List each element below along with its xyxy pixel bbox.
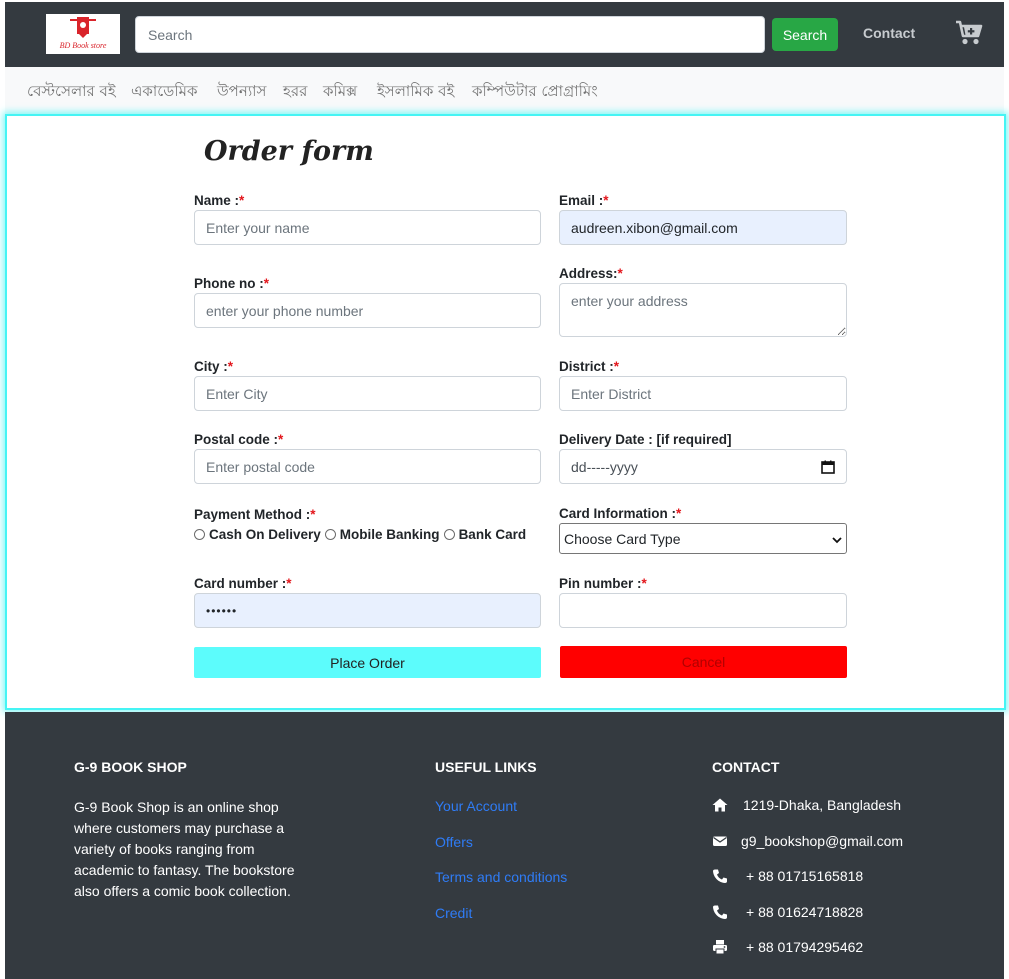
footer-shop-title: G-9 BOOK SHOP: [74, 759, 187, 775]
postal-code-label: Postal code :*: [194, 432, 284, 447]
pin-number-label: Pin number :*: [559, 576, 647, 591]
phone-input[interactable]: [194, 293, 541, 328]
delivery-date-label: Delivery Date : [if required]: [559, 432, 732, 447]
district-label: District :*: [559, 359, 620, 374]
category-comics[interactable]: কমিক্স: [323, 80, 357, 105]
footer-contact-phone-1: + 88 01715165818: [712, 868, 863, 884]
footer-links-title: USEFUL LINKS: [435, 759, 537, 775]
email-input[interactable]: [559, 210, 847, 245]
printer-icon: [712, 939, 728, 955]
footer-link-offers[interactable]: Offers: [435, 834, 473, 850]
home-icon: [712, 797, 728, 813]
postal-code-input[interactable]: [194, 449, 541, 484]
footer-link-terms[interactable]: Terms and conditions: [435, 869, 567, 885]
footer-contact-fax: + 88 01794295462: [712, 939, 863, 955]
contact-address-text: 1219-Dhaka, Bangladesh: [743, 797, 902, 813]
logo-text: BD Book store: [59, 41, 107, 50]
contact-email-text: g9_bookshop@gmail.com: [741, 833, 904, 849]
category-novel[interactable]: উপন্যাস: [217, 80, 266, 105]
category-bestseller[interactable]: বেস্টসেলার বই: [27, 80, 116, 105]
contact-phone-text: + 88 01624718828: [746, 904, 864, 920]
calendar-icon[interactable]: [821, 460, 835, 474]
store-logo[interactable]: BD Book store: [46, 14, 120, 54]
name-input[interactable]: [194, 210, 541, 245]
category-horror[interactable]: হরর: [283, 80, 307, 105]
payment-option-label: Cash On Delivery: [209, 527, 321, 542]
footer-contact-email: g9_bookshop@gmail.com: [712, 833, 903, 849]
card-type-select[interactable]: Choose Card Type: [559, 523, 847, 554]
search-button[interactable]: Search: [772, 18, 838, 51]
payment-method-label: Payment Method :*: [194, 507, 316, 522]
footer-contact-address: 1219-Dhaka, Bangladesh: [712, 797, 901, 813]
district-input[interactable]: [559, 376, 847, 411]
contact-phone-text: + 88 01715165818: [746, 868, 864, 884]
contact-fax-text: + 88 01794295462: [746, 939, 864, 955]
place-order-button[interactable]: Place Order: [194, 647, 541, 678]
payment-option-label: Bank Card: [458, 527, 527, 542]
address-textarea[interactable]: [559, 283, 847, 337]
search-input[interactable]: [135, 16, 765, 53]
card-info-label: Card Information :*: [559, 506, 682, 521]
card-number-label: Card number :*: [194, 576, 292, 591]
footer-contact-phone-2: + 88 01624718828: [712, 904, 863, 920]
category-programming[interactable]: কম্পিউটার প্রোগ্রামিং: [472, 80, 598, 105]
date-placeholder: dd-----yyyy: [571, 458, 638, 475]
name-label: Name :*: [194, 193, 245, 208]
category-bar: বেস্টসেলার বই একাডেমিক উপন্যাস হরর কমিক্…: [5, 67, 1004, 114]
footer-shop-about: G-9 Book Shop is an online shop where cu…: [74, 799, 295, 899]
city-input[interactable]: [194, 376, 541, 411]
chevron-down-icon: [832, 531, 842, 547]
card-type-selected: Choose Card Type: [564, 530, 681, 547]
payment-option-cash[interactable]: Cash On Delivery: [194, 527, 321, 542]
card-number-input[interactable]: [194, 593, 541, 628]
phone-icon: [712, 868, 728, 884]
payment-option-mobile-banking[interactable]: Mobile Banking: [324, 527, 440, 542]
payment-option-bank-card[interactable]: Bank Card: [443, 527, 527, 542]
phone-label: Phone no :*: [194, 276, 270, 291]
form-title: Order form: [204, 136, 374, 167]
footer-link-account[interactable]: Your Account: [435, 798, 517, 814]
pin-number-input[interactable]: [559, 593, 847, 628]
delivery-date-input[interactable]: dd-----yyyy: [559, 449, 847, 484]
phone-icon: [712, 904, 728, 920]
payment-method-group: Cash On Delivery Mobile Banking Bank Car…: [194, 527, 526, 542]
radio-button[interactable]: [443, 529, 455, 540]
footer-contact-title: CONTACT: [712, 759, 780, 775]
city-label: City :*: [194, 359, 234, 374]
category-academic[interactable]: একাডেমিক: [131, 80, 197, 105]
cart-plus-icon[interactable]: [955, 20, 983, 46]
top-navbar: BD Book store Search Contact: [5, 2, 1004, 67]
site-footer: G-9 BOOK SHOP G-9 Book Shop is an online…: [5, 712, 1004, 979]
address-label: Address:*: [559, 266, 623, 281]
envelope-icon: [712, 833, 728, 849]
footer-link-credit[interactable]: Credit: [435, 905, 472, 921]
radio-button[interactable]: [194, 529, 205, 540]
category-islamic[interactable]: ইসলামিক বই: [377, 80, 454, 105]
nav-contact-link[interactable]: Contact: [863, 25, 915, 41]
email-label: Email :*: [559, 193, 609, 208]
radio-button[interactable]: [324, 529, 336, 540]
cancel-button[interactable]: Cancel: [560, 646, 847, 678]
payment-option-label: Mobile Banking: [339, 527, 440, 542]
